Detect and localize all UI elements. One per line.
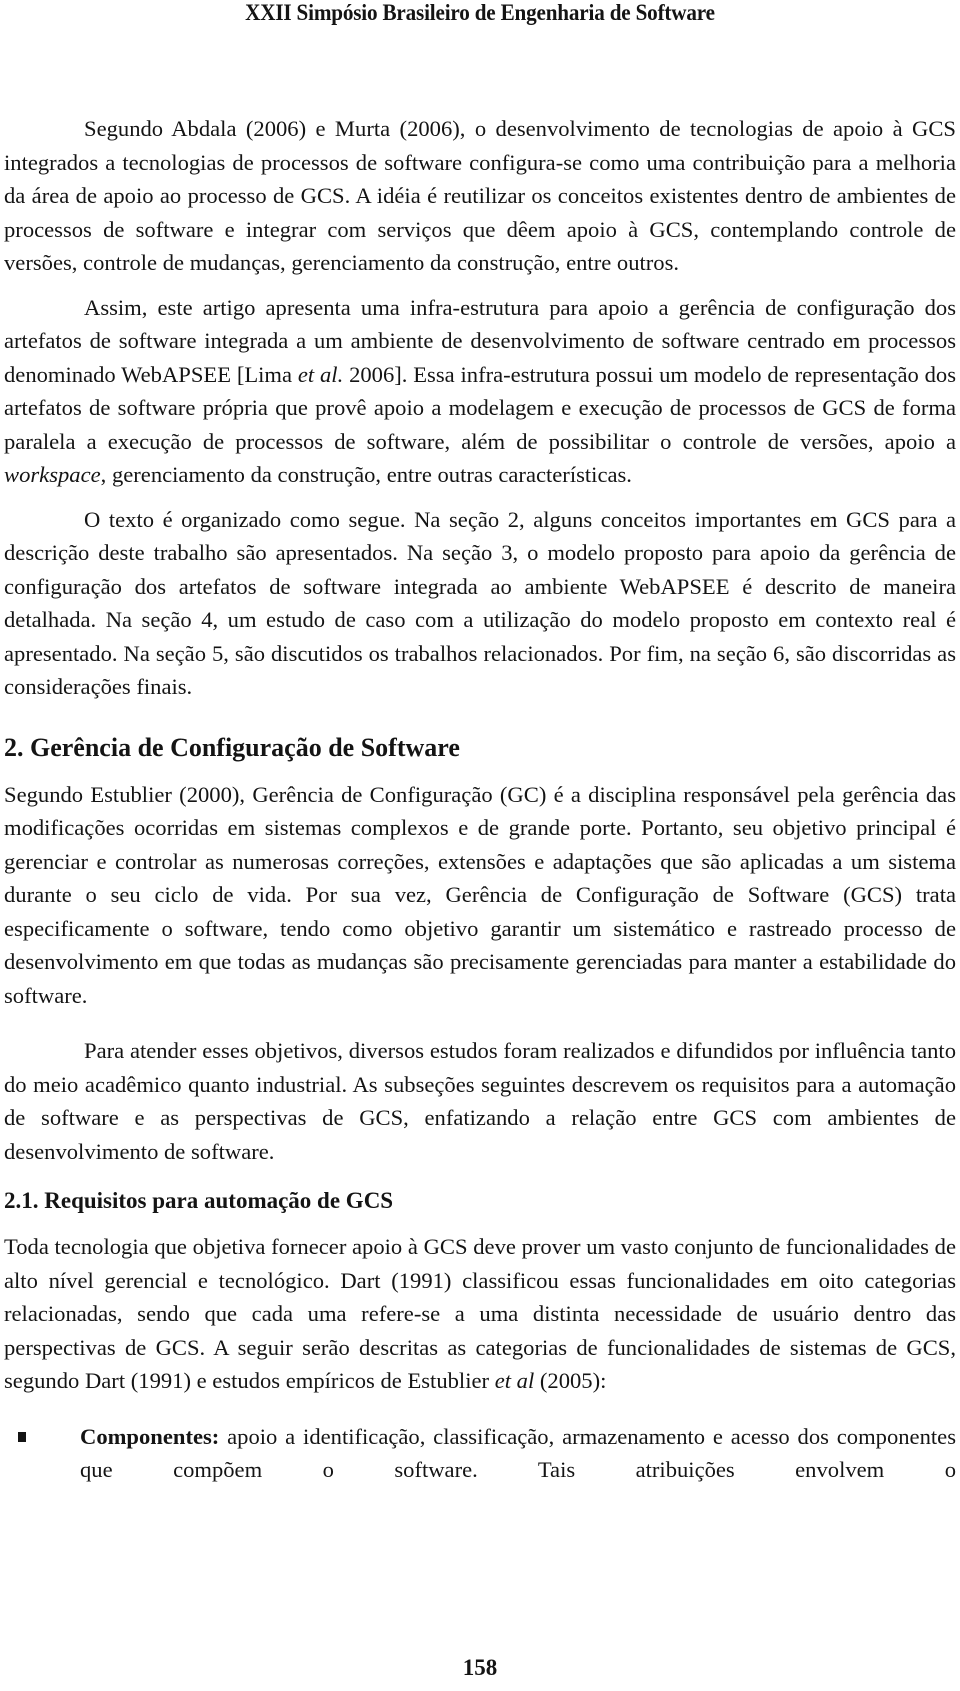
section-2-1-p1-text-1: Toda tecnologia que objetiva fornecer ap… [4, 1234, 956, 1393]
intro-paragraph-1: Segundo Abdala (2006) e Murta (2006), o … [4, 116, 956, 275]
intro-p2-text-3: , gerenciamento da construção, entre out… [100, 462, 632, 487]
section-2-1-heading: 2.1. Requisitos para automação de GCS [4, 1188, 394, 1213]
page-body: Segundo Abdala (2006) e Murta (2006), o … [4, 112, 956, 1487]
list-item-term: Componentes: [80, 1423, 220, 1449]
section-2-heading: 2. Gerência de Configuração de Software [4, 732, 460, 762]
citation-et-al: et al. [297, 361, 344, 387]
requirements-list: Componentes: apoio a identificação, clas… [4, 1420, 956, 1487]
intro-paragraph-2: Assim, este artigo apresenta uma infra-e… [4, 291, 956, 492]
square-bullet-icon [18, 1431, 26, 1442]
section-2-1-p1-text-2: (2005): [534, 1368, 607, 1393]
section-2-paragraph-1: Segundo Estublier (2000), Gerência de Co… [4, 781, 956, 1008]
running-header: XXII Simpósio Brasileiro de Engenharia d… [245, 0, 715, 25]
page-number: 158 [462, 1655, 498, 1680]
section-2-1-paragraph-1: Toda tecnologia que objetiva fornecer ap… [4, 1230, 956, 1398]
list-item: Componentes: apoio a identificação, clas… [18, 1420, 956, 1487]
citation-et-al-2: et al [494, 1368, 535, 1393]
section-2-paragraph-2: Para atender esses objetivos, diversos e… [4, 1038, 956, 1164]
intro-paragraph-3: O texto é organizado como segue. Na seçã… [4, 506, 956, 700]
term-workspace: workspace [4, 462, 101, 487]
